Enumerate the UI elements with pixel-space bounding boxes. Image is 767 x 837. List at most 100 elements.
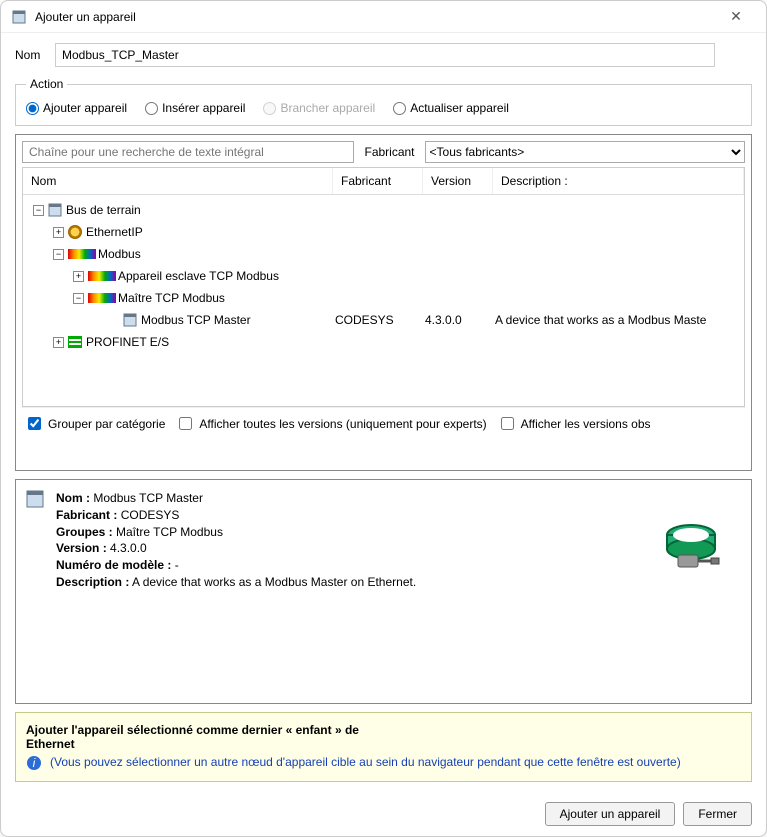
action-radios: Ajouter appareil Insérer appareil Branch… [26, 101, 741, 115]
add-device-button[interactable]: Ajouter un appareil [545, 802, 676, 826]
hint-header-line1: Ajouter l'appareil sélectionné comme der… [26, 723, 359, 737]
name-label: Nom [15, 48, 55, 62]
tree-label: Appareil esclave TCP Modbus [118, 269, 279, 283]
titlebar: Ajouter un appareil ✕ [1, 1, 766, 33]
tree-label: Maître TCP Modbus [118, 291, 225, 305]
tree-description: A device that works as a Modbus Maste [495, 313, 744, 327]
col-name[interactable]: Nom [23, 168, 333, 194]
modbus-icon [88, 293, 116, 303]
tree-node-modbus-master-device[interactable]: Modbus TCP Master CODESYS 4.3.0.0 A devi… [25, 309, 744, 331]
action-legend: Action [26, 77, 67, 91]
name-row: Nom [15, 43, 752, 67]
collapse-icon[interactable]: − [53, 249, 64, 260]
expand-icon[interactable]: + [73, 271, 84, 282]
device-list-panel: Fabricant <Tous fabricants> Nom Fabrican… [15, 134, 752, 471]
device-tree[interactable]: Nom Fabricant Version Description : − Bu… [22, 167, 745, 407]
dialog-content: Nom Action Ajouter appareil Insérer appa… [1, 33, 766, 792]
tree-node-modbus-master-group[interactable]: − Maître TCP Modbus [25, 287, 744, 309]
tree-label: EthernetIP [86, 225, 143, 239]
close-icon[interactable]: ✕ [716, 8, 756, 25]
checkbox-group-by-category[interactable]: Grouper par catégorie [24, 414, 165, 433]
detail-groups-label: Groupes : [56, 525, 113, 539]
radio-update[interactable]: Actualiser appareil [393, 101, 509, 115]
device-icon [123, 313, 137, 327]
tree-node-profinet[interactable]: + PROFINET E/S [25, 331, 744, 353]
action-fieldset: Action Ajouter appareil Insérer appareil… [15, 77, 752, 126]
detail-name-value: Modbus TCP Master [93, 491, 203, 505]
hint-panel: Ajouter l'appareil sélectionné comme der… [15, 712, 752, 782]
hint-header-line2: Ethernet [26, 737, 75, 751]
window-icon [11, 9, 27, 25]
tree-version: 4.3.0.0 [425, 313, 495, 327]
hint-body: (Vous pouvez sélectionner un autre nœud … [50, 755, 681, 769]
checkbox-label: Afficher toutes les versions (uniquement… [199, 417, 486, 431]
tree-header: Nom Fabricant Version Description : [23, 168, 744, 195]
tree-options: Grouper par catégorie Afficher toutes le… [22, 407, 745, 437]
col-description[interactable]: Description : [493, 168, 744, 194]
ethernetip-icon [68, 225, 82, 239]
radio-add-label: Ajouter appareil [43, 101, 127, 115]
tree-node-ethernetip[interactable]: + EthernetIP [25, 221, 744, 243]
info-icon: i [26, 755, 42, 771]
checkbox-show-obsolete[interactable]: Afficher les versions obs [497, 414, 651, 433]
radio-branch-label: Brancher appareil [280, 101, 375, 115]
svg-text:i: i [33, 756, 36, 770]
tree-label: Bus de terrain [66, 203, 141, 217]
checkbox-group-by-category-input[interactable] [28, 417, 41, 430]
detail-model-value: - [175, 558, 179, 572]
radio-insert-input[interactable] [145, 102, 158, 115]
detail-vendor-label: Fabricant : [56, 508, 117, 522]
checkbox-show-all-versions[interactable]: Afficher toutes les versions (uniquement… [175, 414, 486, 433]
window-title: Ajouter un appareil [35, 10, 716, 24]
profinet-icon [68, 336, 82, 348]
tree-label: Modbus [98, 247, 141, 261]
detail-version-value: 4.3.0.0 [110, 541, 147, 555]
device-detail-panel: Nom : Modbus TCP Master Fabricant : CODE… [15, 479, 752, 704]
dialog-buttons: Ajouter un appareil Fermer [1, 792, 766, 836]
detail-icon [26, 490, 46, 693]
checkbox-label: Grouper par catégorie [48, 417, 165, 431]
close-button[interactable]: Fermer [683, 802, 752, 826]
tree-node-modbus-slave[interactable]: + Appareil esclave TCP Modbus [25, 265, 744, 287]
detail-desc-label: Description : [56, 575, 129, 589]
tree-label: Modbus TCP Master [141, 313, 251, 327]
vendor-label: Fabricant [360, 145, 418, 159]
name-input[interactable] [55, 43, 715, 67]
detail-groups-value: Maître TCP Modbus [116, 525, 223, 539]
checkbox-label: Afficher les versions obs [521, 417, 651, 431]
fieldbus-icon [48, 203, 62, 217]
detail-desc-value: A device that works as a Modbus Master o… [132, 575, 416, 589]
collapse-icon[interactable]: − [33, 205, 44, 216]
detail-vendor-value: CODESYS [121, 508, 180, 522]
expand-icon[interactable]: + [53, 227, 64, 238]
checkbox-show-all-versions-input[interactable] [179, 417, 192, 430]
radio-update-input[interactable] [393, 102, 406, 115]
detail-model-label: Numéro de modèle : [56, 558, 171, 572]
radio-add-input[interactable] [26, 102, 39, 115]
search-row: Fabricant <Tous fabricants> [22, 141, 745, 163]
radio-add[interactable]: Ajouter appareil [26, 101, 127, 115]
radio-branch: Brancher appareil [263, 101, 375, 115]
radio-update-label: Actualiser appareil [410, 101, 509, 115]
col-version[interactable]: Version [423, 168, 493, 194]
tree-node-modbus[interactable]: − Modbus [25, 243, 744, 265]
tree-label: PROFINET E/S [86, 335, 169, 349]
modbus-icon [68, 249, 96, 259]
detail-name-label: Nom : [56, 491, 90, 505]
radio-insert[interactable]: Insérer appareil [145, 101, 245, 115]
search-input[interactable] [22, 141, 354, 163]
hint-header: Ajouter l'appareil sélectionné comme der… [26, 723, 741, 751]
dialog-window: Ajouter un appareil ✕ Nom Action Ajouter… [0, 0, 767, 837]
radio-branch-input [263, 102, 276, 115]
col-vendor[interactable]: Fabricant [333, 168, 423, 194]
tree-body: − Bus de terrain + EthernetIP [23, 195, 744, 357]
detail-body: Nom : Modbus TCP Master Fabricant : CODE… [56, 490, 631, 693]
checkbox-show-obsolete-input[interactable] [501, 417, 514, 430]
detail-version-label: Version : [56, 541, 107, 555]
modbus-icon [88, 271, 116, 281]
radio-insert-label: Insérer appareil [162, 101, 245, 115]
expand-icon[interactable]: + [53, 337, 64, 348]
collapse-icon[interactable]: − [73, 293, 84, 304]
tree-node-fieldbus[interactable]: − Bus de terrain [25, 199, 744, 221]
vendor-select[interactable]: <Tous fabricants> [425, 141, 745, 163]
